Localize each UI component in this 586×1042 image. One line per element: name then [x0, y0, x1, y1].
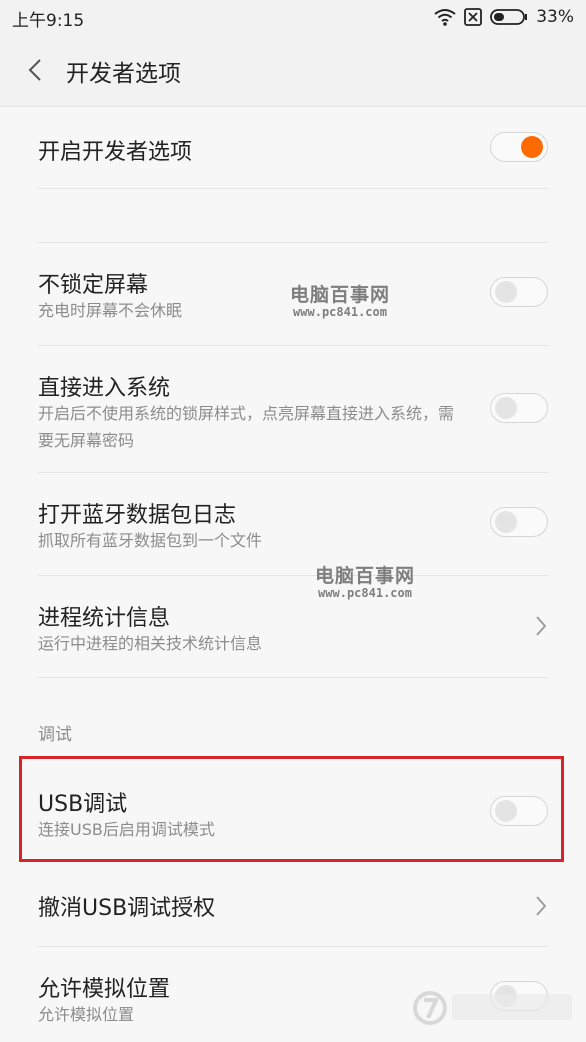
watermark: 电脑百事网 www.pc841.com	[315, 561, 415, 600]
enable-developer-toggle[interactable]	[490, 132, 548, 162]
toggle-knob	[495, 281, 517, 303]
status-time: 上午9:15	[12, 11, 85, 31]
highlight-box	[19, 756, 564, 862]
watermark-url: www.pc841.com	[293, 305, 387, 319]
setting-subtitle: 充电时屏幕不会休眠	[38, 301, 183, 320]
section-header-debug: 调试	[38, 725, 72, 745]
setting-label: 直接进入系统	[38, 376, 171, 401]
setting-bluetooth-hci-log[interactable]: 打开蓝牙数据包日志 抓取所有蓝牙数据包到一个文件	[38, 473, 548, 576]
setting-label: 开启开发者选项	[38, 140, 193, 165]
setting-subtitle: 允许模拟位置	[38, 1005, 135, 1024]
battery-percent: 33%	[536, 7, 574, 27]
toggle-knob	[521, 136, 543, 158]
toggle-knob	[495, 511, 517, 533]
page-title: 开发者选项	[66, 61, 181, 87]
back-arrow-icon[interactable]	[22, 54, 50, 86]
setting-label: 打开蓝牙数据包日志	[38, 503, 237, 528]
setting-revoke-usb-auth[interactable]: 撤消USB调试授权	[38, 866, 548, 947]
chevron-right-icon	[534, 894, 548, 918]
app-bar: 开发者选项	[0, 34, 586, 107]
watermark: 电脑百事网 www.pc841.com	[290, 280, 390, 319]
spacer-divider	[38, 189, 548, 243]
bluetooth-log-toggle[interactable]	[490, 507, 548, 537]
watermark-title: 电脑百事网	[315, 565, 416, 587]
watermark-logo	[412, 982, 582, 1032]
watermark-title: 电脑百事网	[290, 284, 391, 306]
status-icons: 33%	[434, 5, 574, 29]
setting-process-stats[interactable]: 进程统计信息 运行中进程的相关技术统计信息	[38, 576, 548, 678]
setting-label: 撤消USB调试授权	[38, 896, 216, 921]
stay-awake-toggle[interactable]	[490, 277, 548, 307]
setting-enable-developer-options[interactable]: 开启开发者选项	[38, 106, 548, 189]
watermark-url: www.pc841.com	[318, 586, 412, 600]
setting-subtitle: 抓取所有蓝牙数据包到一个文件	[38, 531, 263, 550]
wifi-icon	[434, 8, 456, 26]
sim-disabled-icon	[464, 8, 483, 26]
direct-boot-toggle[interactable]	[490, 393, 548, 423]
setting-subtitle: 运行中进程的相关技术统计信息	[38, 634, 263, 653]
toggle-knob	[495, 397, 517, 419]
setting-subtitle: 开启后不使用系统的锁屏样式，点亮屏幕直接进入系统，需要无屏幕密码	[38, 404, 455, 450]
setting-label: 允许模拟位置	[38, 977, 171, 1002]
status-bar: 上午9:15 33%	[0, 0, 586, 34]
setting-label: 进程统计信息	[38, 606, 171, 631]
chevron-right-icon	[534, 614, 548, 638]
battery-icon	[490, 8, 528, 26]
setting-label: 不锁定屏幕	[38, 273, 149, 298]
setting-direct-boot[interactable]: 直接进入系统 开启后不使用系统的锁屏样式，点亮屏幕直接进入系统，需要无屏幕密码	[38, 346, 548, 473]
